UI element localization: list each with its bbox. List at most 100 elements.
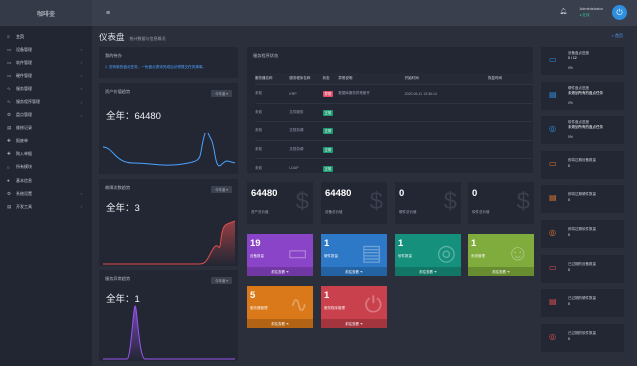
- sidebar-item-10[interactable]: ○ 所有模块: [0, 161, 92, 174]
- table-cell: ERP: [289, 91, 297, 96]
- table-cell: 文件服务: [289, 109, 304, 114]
- table-cell: 异常: [322, 91, 339, 98]
- status-card[interactable]: ▭ 已过期的设备数量 0: [541, 254, 624, 283]
- status-card[interactable]: ▭ 设备盘点进度 0 / 12 0%: [541, 47, 624, 75]
- sidebar-item-label: 盘点管理: [16, 112, 32, 118]
- status-card-icon: ▤: [549, 89, 557, 99]
- table-cell: 正常: [322, 128, 339, 135]
- fault-trend-title: 故障次数趋势: [105, 185, 131, 190]
- sidebar-item-12[interactable]: ⚙ 系统设置 ‹: [0, 187, 92, 200]
- table-cell: 文档协调: [289, 147, 304, 152]
- status-card[interactable]: ▤ 即将过期硬件数量 0: [541, 185, 624, 214]
- todo-title: 我的待办: [105, 53, 122, 58]
- table-row[interactable]: 未知 文档协调 正常: [255, 139, 533, 159]
- dollar-icon: $: [369, 188, 383, 215]
- sidebar-item-13[interactable]: ▤ 开发工具 ‹: [0, 200, 92, 213]
- status-card-icon: ▤: [549, 193, 557, 203]
- status-badge: 正常: [322, 165, 334, 172]
- count-card: ∿ 5 服务器管理 前往查看 ➜: [247, 286, 313, 328]
- breadcrumb-home[interactable]: ⌂ 首页: [611, 33, 623, 39]
- card-title: 即将过期硬件数量: [568, 192, 596, 197]
- fault-trend-range-select[interactable]: 今年度 ▾: [211, 186, 232, 193]
- stat-label: 资产总价值: [251, 210, 269, 214]
- table-cell: 正常: [322, 165, 339, 172]
- view-more-link[interactable]: 前往查看 ➜: [468, 267, 534, 276]
- sidebar-item-0[interactable]: ≡ 主页: [0, 30, 92, 43]
- sidebar-item-6[interactable]: ⚙ 盘点管理 ‹: [0, 109, 92, 122]
- sidebar-item-5[interactable]: ∿ 服务程序管理 ‹: [0, 95, 92, 108]
- sidebar-item-4[interactable]: ∿ 服务管理 ‹: [0, 82, 92, 95]
- status-card[interactable]: ◎ 即将过期软件数量 0: [541, 220, 624, 248]
- sidebar-item-9[interactable]: ✚ 购入单据: [0, 148, 92, 161]
- count-value: 5: [250, 290, 256, 301]
- service-status-panel: 服务程序状态 服务器名称 服务程序名称 状态 异常说明 开始时间 恢复时间 未知 ERP 异常数…: [247, 47, 533, 173]
- bell-icon[interactable]: 🔔︎: [559, 8, 567, 15]
- service-status-table: 服务器名称 服务程序名称 状态 异常说明 开始时间 恢复时间 未知 ERP 异常 数据库服务异常断…: [255, 73, 533, 177]
- todo-item[interactable]: 1. 您有新的盘点任务，一份盘点表待完成后记得提交任务清单。: [105, 65, 206, 70]
- status-card-icon: ▭: [549, 158, 557, 168]
- view-more-link[interactable]: 前往查看 ➜: [321, 267, 387, 276]
- sidebar-item-2[interactable]: ▭ 软件管理 ‹: [0, 56, 92, 69]
- sidebar-item-label: 所有模块: [16, 164, 32, 170]
- chevron-left-icon: ‹: [80, 191, 82, 197]
- table-cell: 正常: [322, 147, 339, 154]
- sidebar-item-7[interactable]: ▤ 维修记录: [0, 122, 92, 135]
- menu-icon: ∿: [7, 99, 11, 105]
- menu-icon: ✚: [7, 138, 11, 144]
- sidebar-item-8[interactable]: ✚ 报废单: [0, 135, 92, 148]
- status-badge: 异常: [322, 91, 334, 98]
- hamburger-menu-icon[interactable]: ≡: [106, 10, 110, 17]
- status-card[interactable]: ▤ 已过期的硬件数量 0: [541, 289, 624, 318]
- service-trend-range-select[interactable]: 今年度 ▾: [211, 277, 232, 284]
- menu-icon: ⚙: [7, 112, 12, 118]
- brand-logo[interactable]: 咖啡壶: [0, 0, 92, 26]
- user-info[interactable]: Administrator ● 在线: [579, 6, 603, 18]
- menu-icon: ▤: [7, 125, 12, 131]
- status-card[interactable]: ◎ 已过期的软件数量 0: [541, 323, 624, 352]
- status-card[interactable]: ▤ 硬件盘点进度 未规划所有的盘点任务 0%: [541, 81, 624, 110]
- sidebar-item-label: 服务管理: [16, 85, 32, 91]
- menu-icon: ✚: [7, 151, 11, 157]
- chevron-left-icon: ‹: [80, 112, 82, 118]
- count-label: 系统管理: [471, 254, 485, 258]
- service-trend-panel: 服务异常趋势 今年度 ▾ 全年：1: [99, 270, 238, 361]
- sidebar-item-1[interactable]: ▭ 设备管理 ‹: [0, 43, 92, 56]
- card-value: 未规划所有的盘点任务: [568, 125, 603, 130]
- status-card[interactable]: ◎ 软件盘点进度 未规划所有的盘点任务 0%: [541, 116, 624, 145]
- count-value: 1: [398, 238, 404, 249]
- view-more-link[interactable]: 前往查看 ➜: [321, 319, 387, 328]
- column-header: 恢复时间: [487, 76, 502, 80]
- table-row[interactable]: 未知 ERP 异常 数据库服务异常断开 2020-06-11 13:36:14: [255, 84, 533, 103]
- service-status-title: 服务程序状态: [253, 53, 279, 58]
- stat-card: $0 软件总价值: [468, 182, 534, 224]
- stat-value: 64480: [325, 188, 352, 199]
- status-badge: 正常: [322, 128, 334, 135]
- count-card: ▤ 1 硬件数量 前往查看 ➜: [321, 234, 387, 276]
- stat-card: $64480 资产总价值: [247, 182, 313, 224]
- asset-trend-range-select[interactable]: 今年度 ▾: [211, 90, 232, 97]
- table-row[interactable]: 未知 文件服务 正常: [255, 102, 533, 122]
- dollar-icon: $: [516, 188, 530, 215]
- sidebar-item-11[interactable]: ● 基本信息: [0, 174, 92, 187]
- sidebar-item-label: 系统设置: [16, 190, 32, 196]
- view-more-link[interactable]: 前往查看 ➜: [395, 267, 461, 276]
- sidebar-item-label: 购入单据: [16, 151, 32, 157]
- fault-trend-total: 全年：3: [106, 203, 140, 214]
- sidebar-item-3[interactable]: ▭ 硬件管理 ‹: [0, 69, 92, 82]
- card-percent: 0%: [568, 135, 573, 140]
- table-row[interactable]: 未知 LDAP 正常: [255, 158, 533, 177]
- table-row[interactable]: 未知 文档协调 正常: [255, 121, 533, 140]
- power-icon[interactable]: ⏻: [612, 5, 627, 20]
- card-value: 0: [568, 302, 570, 307]
- status-card[interactable]: ▭ 即将过期设备数量 0: [541, 150, 624, 179]
- card-value: 0: [568, 233, 570, 237]
- todo-panel: 我的待办 1. 您有新的盘点任务，一份盘点表待完成后记得提交任务清单。: [99, 47, 238, 78]
- card-value: 0: [568, 198, 570, 203]
- view-more-link[interactable]: 前往查看 ➜: [247, 319, 313, 328]
- card-icon: ⏻: [364, 292, 382, 317]
- card-value: 0 / 12: [568, 56, 577, 60]
- column-header: 状态: [322, 76, 330, 80]
- menu-icon: ▭: [7, 72, 12, 78]
- view-more-link[interactable]: 前往查看 ➜: [247, 267, 313, 276]
- chevron-left-icon: ‹: [80, 204, 82, 210]
